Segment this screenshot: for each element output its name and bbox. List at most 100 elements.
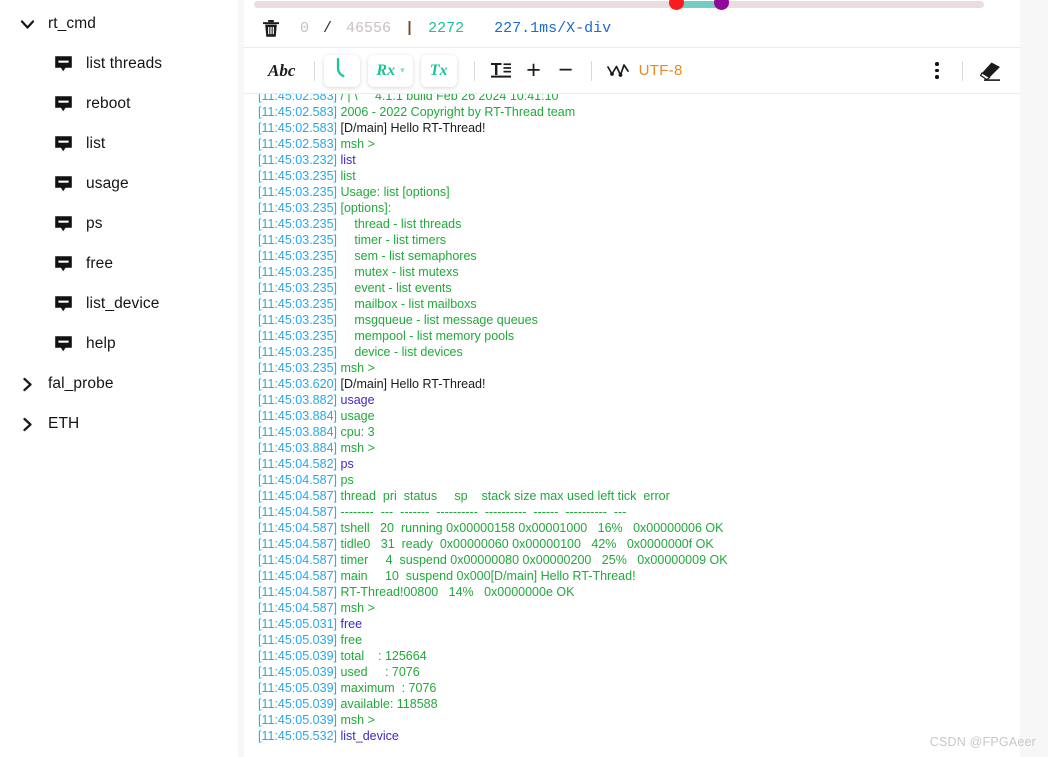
terminal-line: [11:45:03.235] list <box>258 168 1020 184</box>
eraser-icon[interactable] <box>972 55 1010 87</box>
terminal-timestamp: [11:45:05.039] <box>258 665 338 679</box>
terminal-line: [11:45:03.235] mempool - list memory poo… <box>258 328 1020 344</box>
terminal-text: thread - list threads <box>337 217 462 231</box>
zoom-out-button[interactable]: − <box>550 55 582 87</box>
terminal-timestamp: [11:45:03.884] <box>258 425 338 439</box>
terminal-line: [11:45:05.039] available: 118588 <box>258 696 1020 712</box>
terminal-line: [11:45:02.583] [D/main] Hello RT-Thread! <box>258 120 1020 136</box>
terminal-text: list_device <box>337 729 399 743</box>
terminal-line: [11:45:04.587] thread pri status sp stac… <box>258 488 1020 504</box>
terminal-timestamp: [11:45:03.232] <box>258 153 338 167</box>
terminal-timestamp: [11:45:04.587] <box>258 553 338 567</box>
chevron-right-icon[interactable] <box>14 411 40 437</box>
terminal-line: [11:45:03.884] usage <box>258 408 1020 424</box>
slider-handle-end[interactable] <box>714 0 729 10</box>
terminal-timestamp: [11:45:05.031] <box>258 617 338 631</box>
terminal-line: [11:45:03.235] [options]: <box>258 200 1020 216</box>
terminal-text: usage <box>337 393 375 407</box>
tx-button[interactable]: Tx <box>420 54 457 87</box>
command-tree: rt_cmdlist threads reboot list usage ps free l… <box>0 4 238 444</box>
terminal-text: [D/main] Hello RT-Thread! <box>337 121 486 135</box>
rx-button[interactable]: Rx ▾ <box>368 54 413 87</box>
terminal-timestamp: [11:45:03.882] <box>258 393 338 407</box>
tree-node-help[interactable]: help <box>0 324 238 364</box>
terminal-timestamp: [11:45:03.884] <box>258 441 338 455</box>
counter-timebase: 227.1ms/X-div <box>494 20 612 37</box>
terminal-line: [11:45:03.235] event - list events <box>258 280 1020 296</box>
terminal-text: RT-Thread!00800 14% 0x0000000e OK <box>337 585 575 599</box>
tree-node-rt-cmd[interactable]: rt_cmd <box>0 4 238 44</box>
terminal-line: [11:45:03.235] msh > <box>258 360 1020 376</box>
terminal-timestamp: [11:45:02.583] <box>258 105 338 119</box>
tree-node-reboot[interactable]: reboot <box>0 84 238 124</box>
terminal-text: total : 125664 <box>337 649 427 663</box>
terminal-text: -------- --- ------- ---------- --------… <box>337 505 627 519</box>
terminal-timestamp: [11:45:02.583] <box>258 137 338 151</box>
command-bubble-icon <box>52 333 74 355</box>
tree-node-ps[interactable]: ps <box>0 204 238 244</box>
terminal-line: [11:45:02.583] / | \ 4.1.1 build Feb 26 … <box>258 94 1020 104</box>
tree-node-usage[interactable]: usage <box>0 164 238 204</box>
tree-node-list[interactable]: list <box>0 124 238 164</box>
command-bubble-icon <box>52 213 74 235</box>
trash-icon[interactable] <box>258 16 284 42</box>
chevron-right-icon[interactable] <box>14 371 40 397</box>
toolbar-divider-2 <box>473 60 475 81</box>
terminal-text: thread pri status sp stack size max used… <box>337 489 670 503</box>
encoding-label[interactable]: UTF-8 <box>635 55 689 87</box>
tree-node-fal-probe[interactable]: fal_probe <box>0 364 238 404</box>
terminal-timestamp: [11:45:04.587] <box>258 473 338 487</box>
terminal-timestamp: [11:45:04.587] <box>258 521 338 535</box>
terminal-text: [D/main] Hello RT-Thread! <box>337 377 486 391</box>
chevron-down-icon[interactable]: ▾ <box>400 65 405 76</box>
terminal-line: [11:45:05.039] msh > <box>258 712 1020 728</box>
terminal-line: [11:45:03.235] sem - list semaphores <box>258 248 1020 264</box>
terminal-text: Usage: list [options] <box>337 185 450 199</box>
tree-node-eth[interactable]: ETH <box>0 404 238 444</box>
terminal-text: tidle0 31 ready 0x00000060 0x00000100 42… <box>337 537 714 551</box>
counter-selected: 2272 <box>428 20 465 37</box>
terminal-text: ps <box>337 473 354 487</box>
terminal-text: used : 7076 <box>337 665 420 679</box>
range-slider[interactable] <box>244 0 1020 10</box>
terminal-line: [11:45:03.235] mutex - list mutexs <box>258 264 1020 280</box>
terminal-lines: [11:45:02.583] / | \ 4.1.1 build Feb 26 … <box>258 94 1020 744</box>
terminal-timestamp: [11:45:03.620] <box>258 377 338 391</box>
text-format-icon[interactable] <box>484 55 518 87</box>
terminal-text: [options]: <box>337 201 392 215</box>
more-vertical-icon[interactable] <box>921 55 953 87</box>
tree-node-label: list threads <box>86 55 163 72</box>
serial-monitor-panel: 0 / 46556 | 2272 227.1ms/X-div Abc Rx ▾ … <box>244 0 1020 757</box>
terminal-timestamp: [11:45:04.587] <box>258 569 338 583</box>
terminal-text: timer 4 suspend 0x00000080 0x00000200 25… <box>337 553 728 567</box>
text-mode-button[interactable]: Abc <box>258 55 305 87</box>
counter-total: 46556 <box>346 20 392 37</box>
command-bubble-icon <box>52 53 74 75</box>
terminal-text: mempool - list memory pools <box>337 329 515 343</box>
terminal-line: [11:45:03.235] timer - list timers <box>258 232 1020 248</box>
slider-handle-start[interactable] <box>669 0 684 10</box>
slider-track[interactable] <box>254 1 984 8</box>
terminal-timestamp: [11:45:03.235] <box>258 281 338 295</box>
terminal-timestamp: [11:45:04.587] <box>258 585 338 599</box>
connect-button[interactable] <box>324 54 361 87</box>
app-root: rt_cmd list threads reboot list usage ps free l… <box>0 0 1048 757</box>
tree-node-list-threads[interactable]: list threads <box>0 44 238 84</box>
terminal-line: [11:45:03.884] cpu: 3 <box>258 424 1020 440</box>
terminal-line: [11:45:02.583] msh > <box>258 136 1020 152</box>
zoom-in-button[interactable]: + <box>518 55 550 87</box>
terminal-text: 2006 - 2022 Copyright by RT-Thread team <box>337 105 576 119</box>
terminal-output[interactable]: [11:45:02.583] / | \ 4.1.1 build Feb 26 … <box>244 94 1020 757</box>
terminal-text: list <box>337 169 356 183</box>
chevron-down-icon[interactable] <box>14 11 40 37</box>
tree-node-label: list_device <box>86 295 160 312</box>
terminal-timestamp: [11:45:03.235] <box>258 329 338 343</box>
toolbar-divider-4 <box>962 60 963 81</box>
command-bubble-icon <box>52 173 74 195</box>
tree-node-free[interactable]: free <box>0 244 238 284</box>
terminal-timestamp: [11:45:04.587] <box>258 489 338 503</box>
tree-node-list-device[interactable]: list_device <box>0 284 238 324</box>
terminal-text: mailbox - list mailboxs <box>337 297 477 311</box>
waveform-icon[interactable] <box>601 55 635 87</box>
monitor-toolbar: Abc Rx ▾ Tx + − UTF-8 <box>244 48 1020 94</box>
